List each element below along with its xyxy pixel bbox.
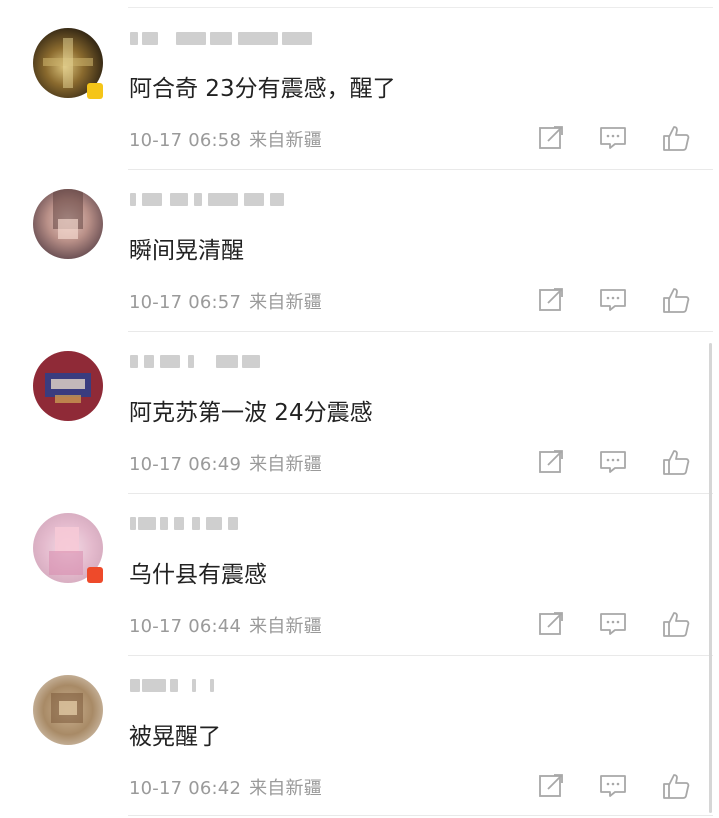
thumbs-up-icon[interactable] — [661, 285, 691, 315]
username-pixelated[interactable] — [130, 349, 270, 373]
comment-actions — [536, 285, 691, 315]
share-icon[interactable] — [536, 285, 566, 315]
comment-item: 阿克苏第一波 24分震感 10-17 06:49 来自新疆 — [0, 332, 719, 494]
comment-text: 乌什县有震感 — [129, 562, 267, 588]
comment-actions — [536, 447, 691, 477]
comment-divider — [128, 815, 713, 816]
comment-time: 10-17 06:42 — [129, 778, 242, 799]
comment-text: 阿克苏第一波 24分震感 — [129, 400, 373, 426]
share-icon[interactable] — [536, 771, 566, 801]
thumbs-up-icon[interactable] — [661, 771, 691, 801]
comment-time: 10-17 06:58 — [129, 130, 242, 151]
comment-icon[interactable] — [598, 771, 628, 801]
username-pixelated[interactable] — [130, 511, 250, 535]
comment-actions — [536, 123, 691, 153]
comment-source: 来自新疆 — [249, 130, 322, 151]
comment-time: 10-17 06:49 — [129, 454, 242, 475]
comment-text: 瞬间晃清醒 — [129, 238, 244, 264]
username-pixelated[interactable] — [130, 673, 220, 697]
comment-text: 阿合奇 23分有震感，醒了 — [129, 76, 396, 102]
share-icon[interactable] — [536, 123, 566, 153]
comment-meta: 10-17 06:42 来自新疆 — [129, 774, 322, 800]
comment-icon[interactable] — [598, 447, 628, 477]
comment-meta: 10-17 06:49 来自新疆 — [129, 450, 322, 476]
comment-source: 来自新疆 — [249, 454, 322, 475]
avatar[interactable] — [33, 189, 103, 259]
thumbs-up-icon[interactable] — [661, 609, 691, 639]
verified-badge — [87, 83, 103, 99]
comment-item: 阿合奇 23分有震感，醒了 10-17 06:58 来自新疆 — [0, 8, 719, 170]
thumbs-up-icon[interactable] — [661, 447, 691, 477]
scrollbar[interactable] — [709, 343, 712, 813]
comment-item: 被晃醒了 10-17 06:42 来自新疆 — [0, 656, 719, 818]
username-pixelated[interactable] — [130, 26, 320, 50]
comment-time: 10-17 06:44 — [129, 616, 242, 637]
comment-meta: 10-17 06:58 来自新疆 — [129, 126, 322, 152]
username-pixelated[interactable] — [130, 187, 290, 211]
comment-meta: 10-17 06:44 来自新疆 — [129, 612, 322, 638]
comment-text: 被晃醒了 — [129, 724, 221, 750]
comment-item: 瞬间晃清醒 10-17 06:57 来自新疆 — [0, 170, 719, 332]
share-icon[interactable] — [536, 447, 566, 477]
comment-actions — [536, 771, 691, 801]
share-icon[interactable] — [536, 609, 566, 639]
comment-source: 来自新疆 — [249, 616, 322, 637]
comment-source: 来自新疆 — [249, 292, 322, 313]
comment-icon[interactable] — [598, 123, 628, 153]
avatar[interactable] — [33, 351, 103, 421]
comment-item: 乌什县有震感 10-17 06:44 来自新疆 — [0, 494, 719, 656]
verified-badge — [87, 567, 103, 583]
thumbs-up-icon[interactable] — [661, 123, 691, 153]
comment-icon[interactable] — [598, 285, 628, 315]
comment-icon[interactable] — [598, 609, 628, 639]
comment-actions — [536, 609, 691, 639]
comment-time: 10-17 06:57 — [129, 292, 242, 313]
comment-meta: 10-17 06:57 来自新疆 — [129, 288, 322, 314]
comment-source: 来自新疆 — [249, 778, 322, 799]
avatar[interactable] — [33, 675, 103, 745]
